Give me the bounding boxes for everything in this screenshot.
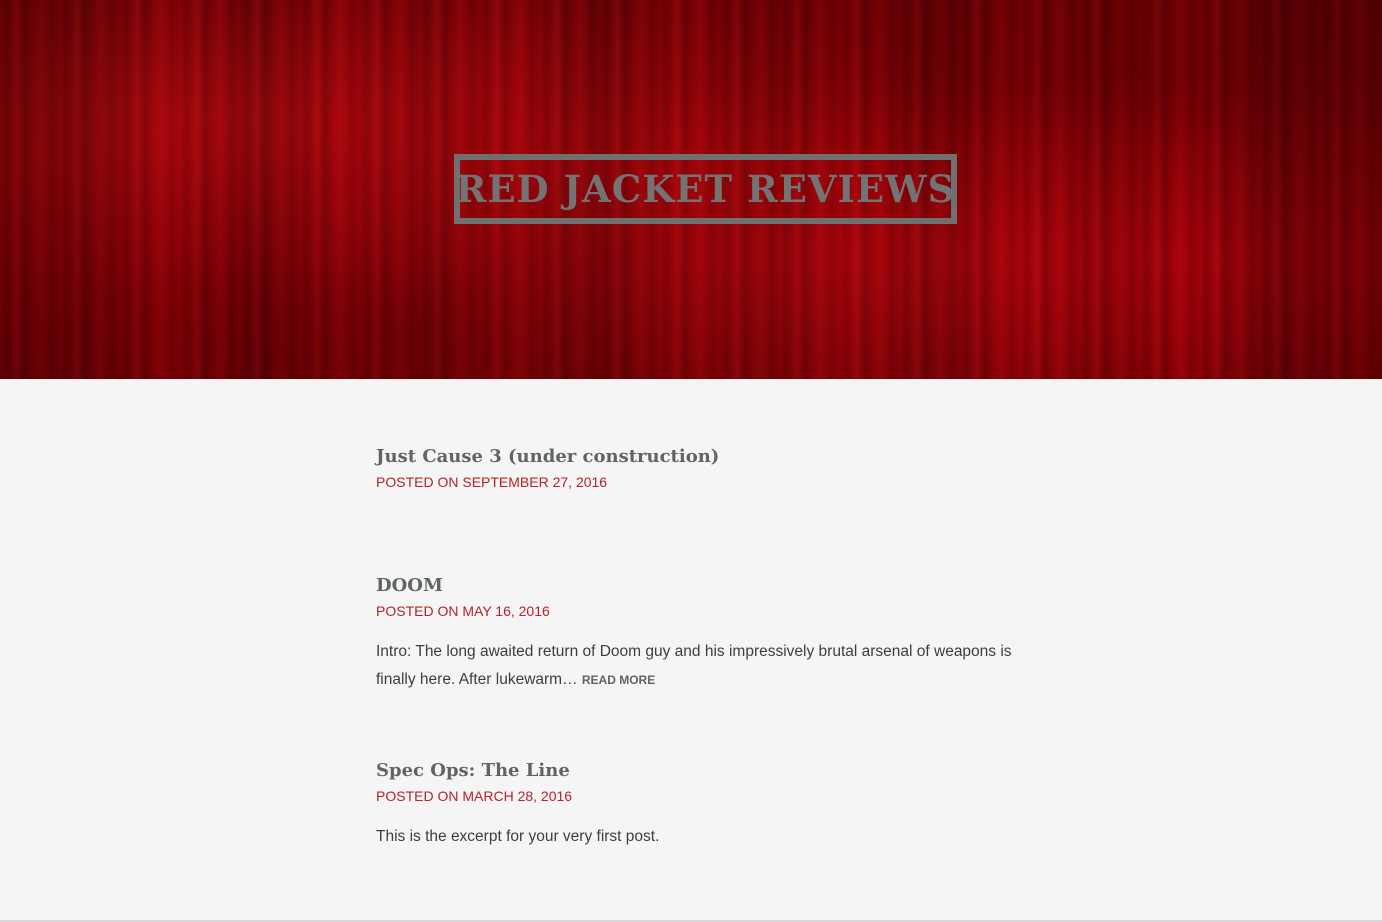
posted-on-label: Posted on <box>376 474 459 490</box>
post-title[interactable]: DOOM <box>376 574 1036 598</box>
post-date-link[interactable]: September 27, 2016 <box>462 474 607 490</box>
posted-on-label: Posted on <box>376 603 459 619</box>
post-meta: Posted on May 16, 2016 <box>376 602 1036 620</box>
posted-on-label: Posted on <box>376 788 459 804</box>
post-item: Spec Ops: The Line Posted on March 28, 2… <box>376 759 1036 851</box>
post-excerpt: Intro: The long awaited return of Doom g… <box>376 638 1036 694</box>
read-more-link[interactable]: Read More <box>582 673 655 687</box>
post-item: Just Cause 3 (under construction) Posted… <box>376 445 1036 491</box>
post-date-link[interactable]: May 16, 2016 <box>462 603 549 619</box>
post-excerpt-text: This is the excerpt for your very first … <box>376 828 660 845</box>
post-item: DOOM Posted on May 16, 2016 Intro: The l… <box>376 574 1036 694</box>
hero-banner: RED JACKET REVIEWS <box>0 0 1382 379</box>
site-title-frame[interactable]: RED JACKET REVIEWS <box>454 154 957 224</box>
post-excerpt: This is the excerpt for your very first … <box>376 823 1036 851</box>
post-meta: Posted on March 28, 2016 <box>376 787 1036 805</box>
site-title[interactable]: RED JACKET REVIEWS <box>456 167 956 211</box>
post-meta: Posted on September 27, 2016 <box>376 473 1036 491</box>
post-excerpt-text: Intro: The long awaited return of Doom g… <box>376 643 1012 688</box>
post-title[interactable]: Just Cause 3 (under construction) <box>376 445 1036 469</box>
post-date-link[interactable]: March 28, 2016 <box>462 788 572 804</box>
post-title[interactable]: Spec Ops: The Line <box>376 759 1036 783</box>
